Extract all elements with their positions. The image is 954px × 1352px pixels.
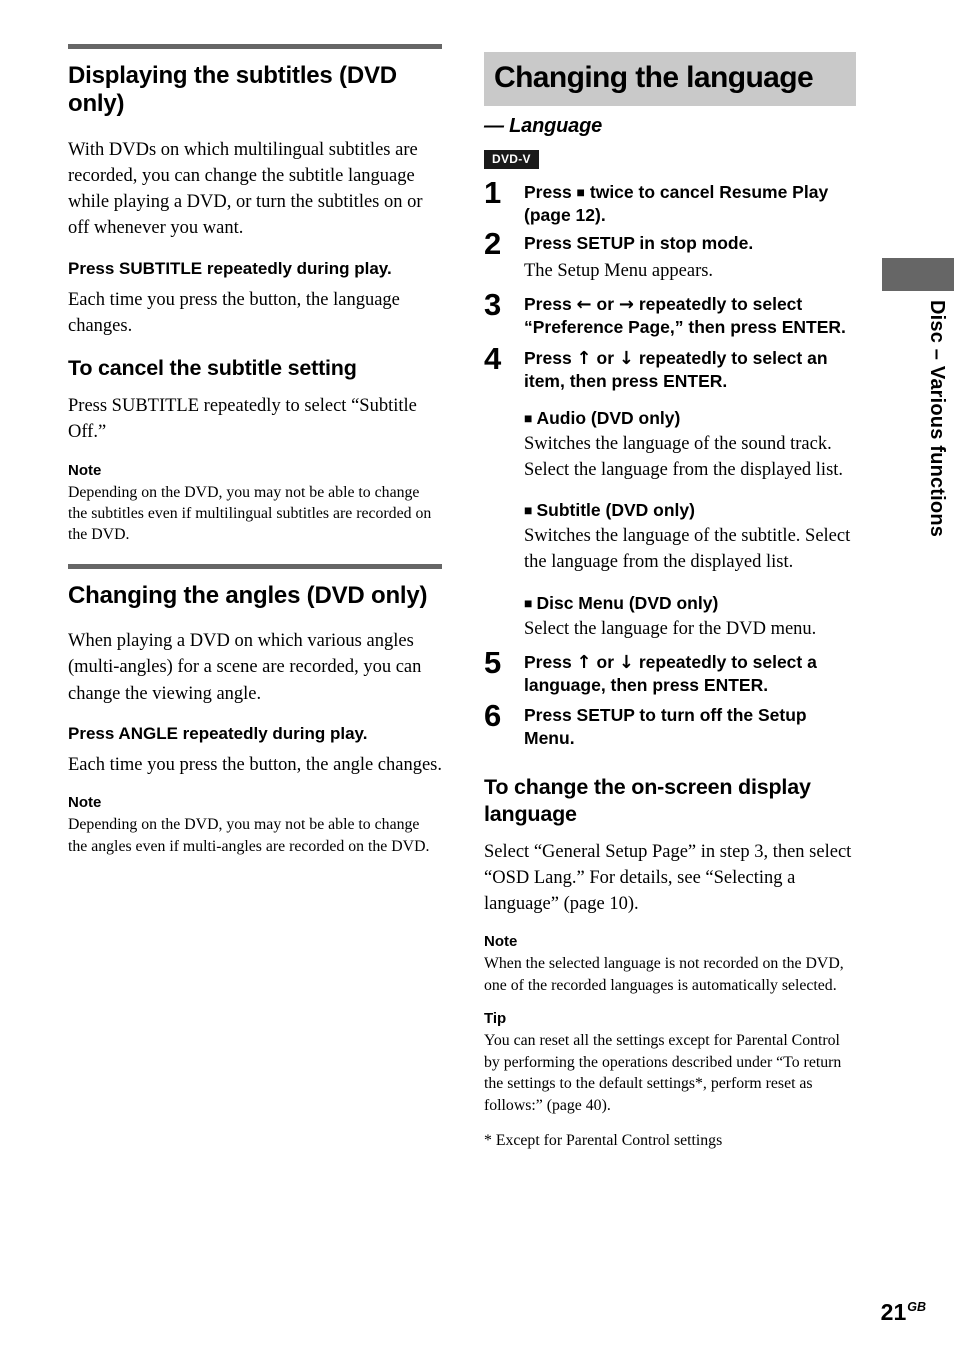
step-number: 1	[484, 174, 502, 210]
action-body-text: Each time you press the button, the angl…	[68, 755, 443, 776]
tip-footnote-text: * Except for Parental Control settings	[484, 1132, 723, 1150]
bullet-square-icon: ■	[524, 502, 533, 519]
section-heading: Changing the angles (DVD only)	[68, 581, 428, 609]
setup-item-heading: ■ Audio (DVD only)	[524, 407, 856, 430]
step-text: Press ↑ or ↓ repeatedly to select an ite…	[524, 347, 856, 393]
step-item: 2 Press SETUP in stop mode. The Setup Me…	[484, 228, 856, 285]
chapter-tab-label: Disc – Various functions	[926, 300, 948, 538]
setup-item-heading: ■ Disc Menu (DVD only)	[524, 592, 856, 615]
setup-item-description: Select the language for the DVD menu.	[524, 618, 817, 639]
setup-item-list: ■ Audio (DVD only) Switches the language …	[524, 407, 856, 643]
setup-item: ■ Audio (DVD only) Switches the language …	[524, 407, 856, 484]
arrow-right-icon: →	[618, 294, 634, 316]
step-number: 5	[484, 644, 502, 680]
note-body-text: When the selected language is not record…	[484, 955, 844, 994]
step-text-before: Press	[524, 181, 577, 202]
note-label: Note	[68, 794, 102, 812]
step-item: 6 Press SETUP to turn off the Setup Menu…	[484, 700, 856, 750]
step-text: Press SETUP in stop mode.	[524, 233, 754, 254]
section-changing-angles: Changing the angles (DVD only) When play…	[68, 563, 443, 857]
right-column: Changing the language — Language DVD-V 1…	[484, 52, 856, 1166]
arrow-down-icon: ↓	[618, 651, 634, 673]
step-text-mid: or	[591, 294, 619, 315]
subsection-heading: To cancel the subtitle setting	[68, 356, 357, 381]
step-item: 1 Press ■ twice to cancel Resume Play (p…	[484, 177, 856, 227]
disc-type-badge: DVD-V	[484, 150, 539, 169]
arrow-down-icon: ↓	[618, 348, 634, 370]
arrow-left-icon: ←	[576, 294, 592, 316]
page-number-value: 21	[880, 1299, 907, 1325]
step-number: 2	[484, 226, 502, 262]
step-text-mid: or	[591, 348, 619, 369]
osd-section-heading: To change the on-screen display language	[484, 775, 811, 826]
arrow-up-icon: ↑	[576, 348, 592, 370]
setup-item-heading: ■ Subtitle (DVD only)	[524, 499, 856, 522]
step-number: 4	[484, 341, 502, 377]
left-column: Displaying the subtitles (DVD only) With…	[68, 44, 442, 871]
setup-item: ■ Disc Menu (DVD only) Select the languag…	[524, 592, 856, 643]
tip-label: Tip	[484, 1010, 507, 1028]
section-rule	[68, 563, 442, 569]
step-item: 3 Press ← or → repeatedly to select “Pre…	[484, 289, 856, 339]
action-heading: Press ANGLE repeatedly during play.	[68, 724, 368, 744]
note-label: Note	[484, 933, 518, 951]
page-number: 21GB	[881, 1301, 926, 1324]
arrow-up-icon: ↑	[576, 651, 592, 673]
setup-item-description: Switches the language of the subtitle. S…	[524, 526, 851, 573]
step-result-text: The Setup Menu appears.	[524, 261, 714, 282]
note-body-text: Depending on the DVD, you may not be abl…	[68, 816, 430, 855]
step-text-before: Press	[524, 348, 577, 369]
step-number: 6	[484, 698, 502, 734]
setup-item: ■ Subtitle (DVD only) Switches the langua…	[524, 499, 856, 576]
tip-body-text: You can reset all the settings except fo…	[484, 1032, 842, 1114]
section-rule	[68, 44, 442, 49]
step-number: 3	[484, 287, 502, 323]
step-text: Press ↑ or ↓ repeatedly to select a lang…	[524, 651, 856, 697]
page-title: Changing the language	[484, 52, 856, 106]
setup-item-label: Disc Menu (DVD only)	[536, 593, 719, 613]
manual-page: Displaying the subtitles (DVD only) With…	[0, 0, 954, 1352]
setup-item-label: Audio (DVD only)	[536, 407, 681, 428]
step-text: Press ← or → repeatedly to select “Prefe…	[524, 293, 856, 339]
action-heading: Press SUBTITLE repeatedly during play.	[68, 258, 392, 278]
setup-item-label: Subtitle (DVD only)	[536, 500, 695, 521]
section-intro-text: With DVDs on which multilingual subtitle…	[68, 139, 423, 239]
section-heading: Displaying the subtitles (DVD only)	[68, 62, 397, 118]
action-body-text: Each time you press the button, the lang…	[68, 289, 400, 337]
step-text-mid: or	[591, 651, 619, 672]
osd-section-body: Select “General Setup Page” in step 3, t…	[484, 841, 852, 915]
page-number-suffix: GB	[907, 1300, 926, 1315]
page-subtitle: — Language	[484, 115, 603, 137]
chapter-tab-marker	[882, 258, 954, 291]
section-intro-text: When playing a DVD on which various angl…	[68, 631, 422, 704]
step-text-before: Press	[524, 294, 577, 315]
step-text: Press SETUP to turn off the Setup Menu.	[524, 705, 807, 749]
step-item: 4 Press ↑ or ↓ repeatedly to select an i…	[484, 343, 856, 393]
note-body-text: Depending on the DVD, you may not be abl…	[68, 483, 432, 544]
subsection-body-text: Press SUBTITLE repeatedly to select “Sub…	[68, 395, 417, 443]
section-displaying-subtitles: Displaying the subtitles (DVD only) With…	[68, 44, 442, 546]
step-text-before: Press	[524, 651, 577, 672]
step-text: Press ■ twice to cancel Resume Play (pag…	[524, 181, 856, 227]
stop-square-icon: ■	[576, 183, 586, 200]
note-label: Note	[68, 461, 102, 479]
step-item: 5 Press ↑ or ↓ repeatedly to select a la…	[484, 647, 856, 697]
bullet-square-icon: ■	[524, 409, 533, 426]
bullet-square-icon: ■	[524, 595, 533, 611]
setup-item-description: Switches the language of the sound track…	[524, 433, 844, 480]
